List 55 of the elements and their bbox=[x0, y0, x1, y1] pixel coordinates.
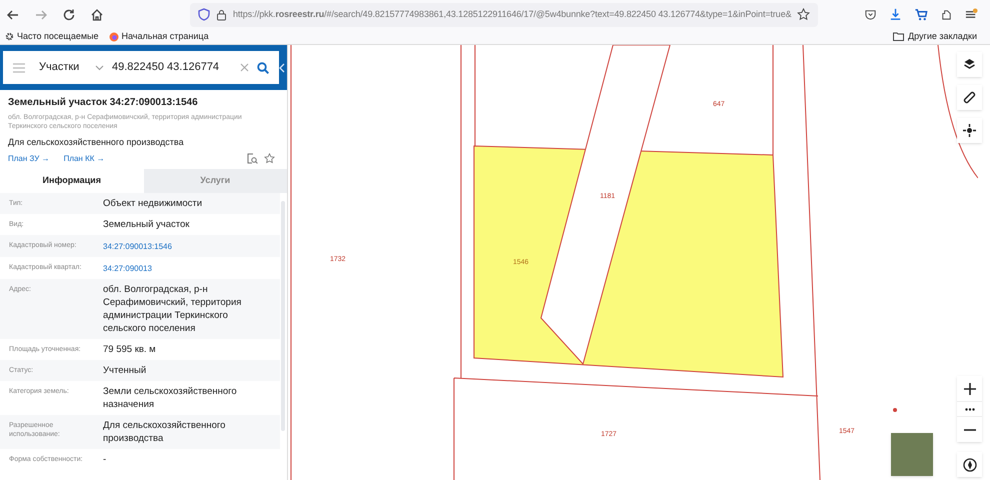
field-value: Земли сельскохозяйственного назначения bbox=[103, 384, 238, 410]
home-icon[interactable] bbox=[90, 8, 104, 22]
document-search-icon[interactable] bbox=[247, 153, 258, 164]
folder-icon bbox=[893, 32, 904, 41]
parcel-title: Земельный участок 34:27:090013:1546 bbox=[8, 96, 199, 110]
bookmark-link[interactable]: Другие закладки bbox=[908, 30, 977, 44]
cart-icon[interactable] bbox=[914, 8, 928, 21]
crosshair-icon bbox=[963, 124, 976, 137]
reload-icon[interactable] bbox=[62, 8, 76, 22]
compass-icon bbox=[962, 458, 976, 472]
measure-button[interactable] bbox=[957, 85, 982, 110]
url-text: https://pkk.rosreestr.ru/#/search/49.82157774983861,43.1285122911646/17/@5w4bunnke?text=49.822450 43.126774&type=1&inPoint=true& bbox=[233, 8, 792, 21]
field-value: Для сельскохозяйственного производства bbox=[103, 418, 226, 444]
star-icon[interactable] bbox=[797, 8, 810, 21]
layers-icon bbox=[963, 58, 976, 71]
lock-icon bbox=[216, 8, 227, 20]
chevron-left-icon[interactable] bbox=[279, 62, 285, 72]
field-value: Объект недвижимости bbox=[103, 196, 204, 210]
download-icon[interactable] bbox=[889, 8, 902, 21]
layers-button[interactable] bbox=[957, 52, 982, 77]
gear-icon bbox=[5, 32, 14, 41]
cadastral-link[interactable]: 34:27:090013:1546 bbox=[103, 238, 172, 252]
field-value: - bbox=[103, 452, 108, 466]
extensions-icon[interactable] bbox=[940, 8, 953, 21]
shield-icon bbox=[198, 8, 210, 21]
star-icon[interactable] bbox=[264, 153, 275, 164]
plan-link[interactable]: План ЗУ → bbox=[8, 152, 50, 164]
more-button[interactable] bbox=[957, 401, 982, 417]
satellite-thumbnail[interactable] bbox=[891, 433, 933, 476]
field-value: обл. Волгоградская, р-н Серафимовичский, территория администрации Теркинского сельского поселения bbox=[103, 282, 242, 334]
bookmark-link[interactable]: Часто посещаемые bbox=[17, 30, 98, 44]
bookmark-link[interactable]: Начальная страница bbox=[122, 30, 209, 44]
pocket-icon[interactable] bbox=[864, 8, 877, 21]
search-field[interactable]: Участки 49.822450 43.126774 bbox=[3, 51, 280, 84]
search-text: 49.822450 43.126774 bbox=[112, 60, 220, 76]
compass-button[interactable] bbox=[957, 452, 982, 477]
parcel-purpose: Для сельскохозяйственного производства bbox=[8, 136, 185, 149]
back-icon[interactable] bbox=[6, 8, 20, 22]
browser-logo-icon bbox=[108, 32, 118, 42]
menu-icon[interactable] bbox=[965, 8, 978, 21]
category-select[interactable]: Участки bbox=[39, 59, 87, 76]
address-bar[interactable]: https://pkk.rosreestr.ru/#/search/49.82157774983861,43.1285122911646/17/@5w4bunnke?text=49.822450 43.126774&type=1&inPoint=true& bbox=[190, 2, 818, 26]
cadastral-link[interactable]: 34:27:090013 bbox=[103, 260, 152, 274]
minus-icon bbox=[964, 428, 976, 430]
field-value: Земельный участок bbox=[103, 218, 190, 230]
field-value: Учтенный bbox=[103, 364, 148, 376]
chevron-down-icon[interactable] bbox=[95, 64, 104, 70]
plus-icon bbox=[964, 382, 976, 394]
ruler-icon bbox=[963, 91, 976, 104]
dots-icon bbox=[964, 408, 974, 410]
search-icon[interactable] bbox=[257, 62, 270, 74]
field-value: 79 595 кв. м bbox=[103, 342, 157, 356]
point-marker bbox=[893, 408, 897, 412]
plan-link[interactable]: План КК → bbox=[64, 152, 105, 164]
locate-button[interactable] bbox=[957, 118, 982, 143]
